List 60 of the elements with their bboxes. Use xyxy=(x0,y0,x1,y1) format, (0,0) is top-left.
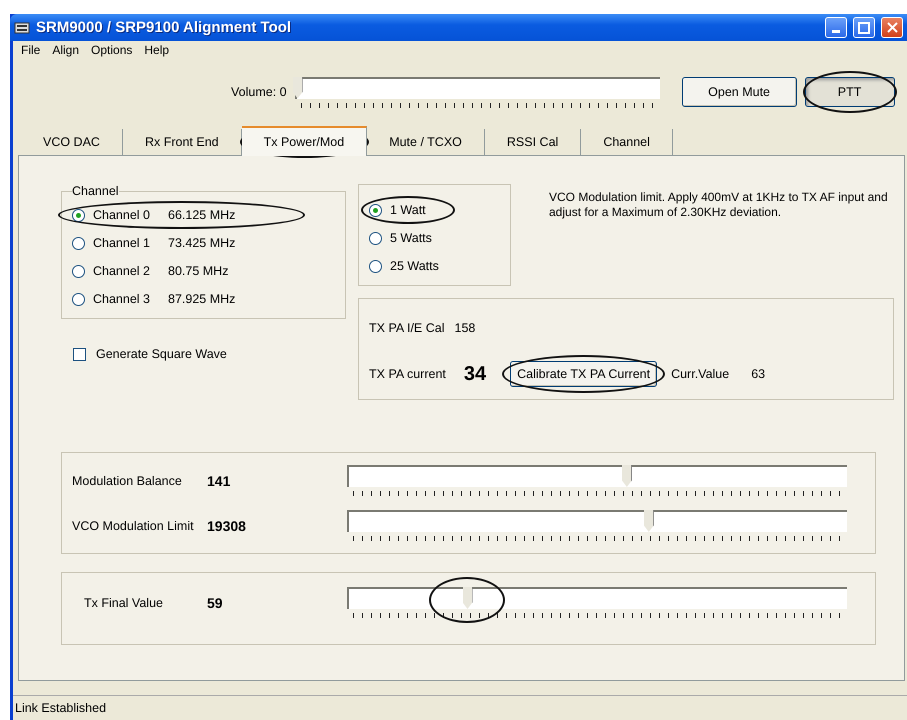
slider-value: 141 xyxy=(207,472,232,488)
power-label: 1 Watt xyxy=(390,203,426,217)
close-button[interactable] xyxy=(881,17,903,38)
slider-thumb[interactable] xyxy=(644,510,654,532)
slider-track[interactable] xyxy=(294,76,660,98)
radio-button[interactable] xyxy=(369,260,382,272)
menu-item[interactable]: Help xyxy=(138,43,176,57)
radio-button[interactable] xyxy=(72,208,85,222)
slider-label: Tx Final Value xyxy=(84,596,164,610)
menu-item[interactable]: Options xyxy=(85,43,138,57)
radio-button[interactable] xyxy=(72,264,85,278)
curr-value-label: Curr.Value xyxy=(671,367,730,381)
maximize-button[interactable] xyxy=(853,17,875,38)
toolbar-button[interactable]: Open Mute xyxy=(682,77,797,107)
checkbox[interactable] xyxy=(73,348,86,360)
frequency-label: 80.75 MHz xyxy=(168,264,228,278)
slider-label: VCO Modulation Limit xyxy=(72,518,195,532)
radio-button[interactable] xyxy=(72,292,85,306)
slider-thumb[interactable] xyxy=(462,587,473,609)
channel-label: Channel 2 xyxy=(93,264,150,278)
current-label: TX PA current xyxy=(369,367,446,381)
close-icon xyxy=(886,22,898,33)
cal-label: TX PA I/E Cal xyxy=(369,321,444,335)
channel-label: Channel 3 xyxy=(93,292,150,306)
slider-track[interactable] xyxy=(347,510,847,532)
checkbox-label: Generate Square Wave xyxy=(96,347,227,361)
slider-label: Modulation Balance xyxy=(72,474,183,488)
curr-value: 63 xyxy=(751,367,766,381)
slider-thumb[interactable] xyxy=(292,76,303,98)
radio-button[interactable] xyxy=(369,232,382,244)
toolbar-button[interactable]: PTT xyxy=(804,77,895,107)
power-label: 25 Watts xyxy=(390,259,439,273)
slider-track[interactable] xyxy=(347,587,847,609)
channel-label: Channel 0 xyxy=(93,208,150,222)
maximize-icon xyxy=(858,22,870,34)
volume-label: Volume: 0 xyxy=(231,85,287,99)
minimize-icon xyxy=(832,30,840,33)
power-label: 5 Watts xyxy=(390,231,432,245)
frequency-label: 73.425 MHz xyxy=(168,236,236,250)
slider-value: 19308 xyxy=(207,518,247,534)
slider-value: 59 xyxy=(207,594,224,610)
cal-value: 158 xyxy=(454,321,476,335)
current-value: 34 xyxy=(464,362,486,386)
menu-item[interactable]: Align xyxy=(46,43,86,57)
menu-item[interactable]: File xyxy=(15,43,46,57)
instruction-text: VCO Modulation limit. Apply 400mV at 1KHz to TX AF input and adjust for a Maximum of 2.30KHz deviation. xyxy=(549,190,889,221)
tab[interactable]: Tx Power/Mod xyxy=(242,126,368,156)
radio-button[interactable] xyxy=(369,204,382,216)
channel-label: Channel 1 xyxy=(93,236,150,250)
window-title: SRM9000 / SRP9100 Alignment Tool xyxy=(36,19,292,36)
frequency-label: 87.925 MHz xyxy=(168,292,236,306)
minimize-button[interactable] xyxy=(825,17,847,38)
group-title: Channel xyxy=(72,184,119,198)
frequency-label: 66.125 MHz xyxy=(168,208,236,222)
slider-track[interactable] xyxy=(347,465,847,487)
slider-thumb[interactable] xyxy=(622,465,632,487)
radio-button[interactable] xyxy=(72,236,85,250)
app-icon xyxy=(14,20,30,34)
status-text: Link Established xyxy=(15,701,106,715)
calibrate-button[interactable]: Calibrate TX PA Current xyxy=(510,361,658,387)
